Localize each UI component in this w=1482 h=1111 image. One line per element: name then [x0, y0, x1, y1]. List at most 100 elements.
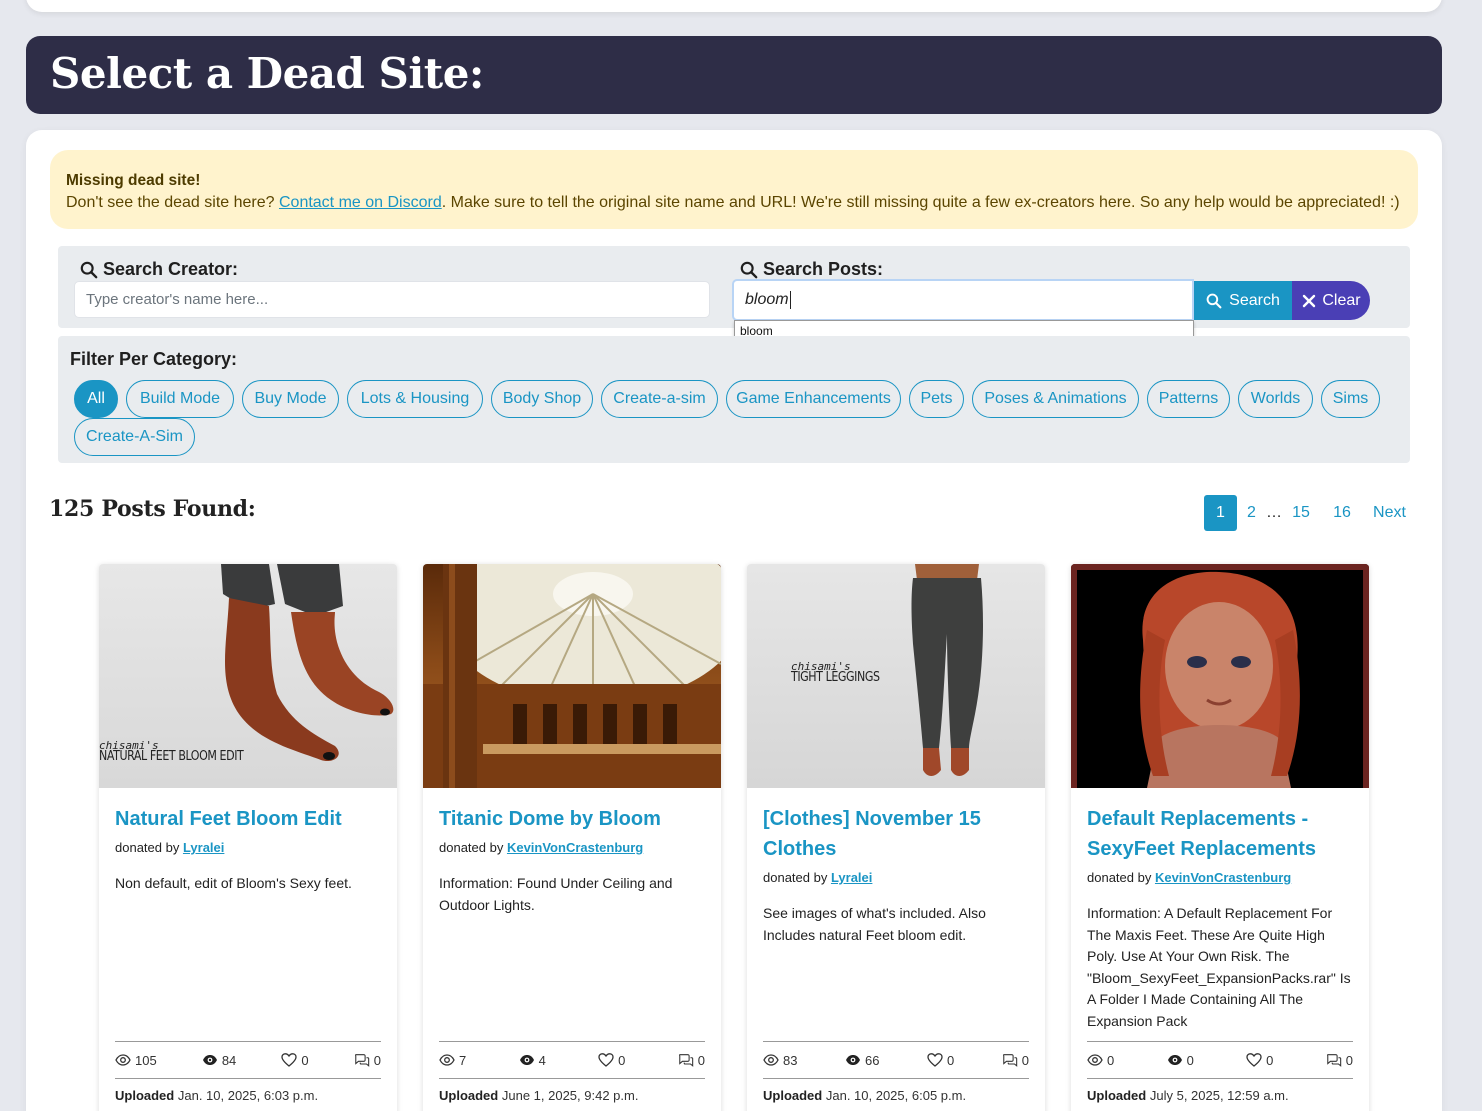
page-2[interactable]: 2 [1239, 495, 1264, 531]
page-ellipsis: … [1266, 504, 1282, 521]
post-uploaded: Uploaded Jan. 10, 2025, 6:03 p.m. [115, 1088, 319, 1103]
child-sim-image [1140, 571, 1300, 788]
category-chip-body-shop[interactable]: Body Shop [491, 380, 593, 418]
category-chip-poses-animations[interactable]: Poses & Animations [972, 380, 1139, 418]
page-16[interactable]: 16 [1326, 495, 1358, 531]
comments-icon [1326, 1054, 1341, 1067]
post-thumbnail[interactable] [1071, 564, 1369, 788]
donated-prefix: donated by [439, 840, 507, 855]
close-icon [1303, 294, 1316, 307]
search-icon [1206, 293, 1222, 308]
main-card: Missing dead site! Don't see the dead si… [26, 130, 1442, 1111]
dome-image [423, 564, 721, 788]
category-chip-lots-housing[interactable]: Lots & Housing [347, 380, 483, 418]
clear-button[interactable]: Clear [1292, 281, 1370, 320]
post-donated-by: donated by Lyralei [763, 870, 872, 885]
page-1[interactable]: 1 [1204, 495, 1237, 531]
comments-icon [1002, 1054, 1017, 1067]
post-uploaded: Uploaded June 1, 2025, 9:42 p.m. [439, 1088, 639, 1103]
comments-icon [678, 1054, 693, 1067]
downloads-stat: 0 [1167, 1052, 1194, 1068]
search-icon [80, 261, 98, 278]
category-chip-create-a-sim[interactable]: Create-a-sim [601, 380, 718, 418]
search-creator-label: Search Creator: [80, 259, 238, 280]
post-card[interactable]: chisami's TIGHT LEGGINGS [Clothes] Novem… [747, 564, 1045, 1111]
category-chip-worlds[interactable]: Worlds [1238, 380, 1313, 418]
text-caret [789, 291, 791, 309]
donor-link[interactable]: Lyralei [183, 840, 224, 855]
post-card[interactable]: Default Replacements - SexyFeet Replacem… [1071, 564, 1369, 1111]
post-title[interactable]: Titanic Dome by Bloom [439, 804, 705, 834]
downloads-stat: 84 [202, 1052, 236, 1068]
eye-outline-icon [115, 1054, 131, 1066]
donated-prefix: donated by [1087, 870, 1155, 885]
post-title[interactable]: Natural Feet Bloom Edit [115, 804, 381, 834]
donor-link[interactable]: Lyralei [831, 870, 872, 885]
heart-icon [1246, 1053, 1262, 1067]
eye-outline-icon [763, 1054, 779, 1066]
page-header: Select a Dead Site: [26, 36, 1442, 114]
comments-stat[interactable]: 0 [354, 1052, 381, 1068]
search-button[interactable]: Search [1194, 281, 1292, 320]
downloads-stat: 4 [519, 1052, 546, 1068]
creator-search-input[interactable]: Type creator's name here... [74, 281, 710, 318]
search-button-label: Search [1229, 291, 1280, 309]
alert-title: Missing dead site! [66, 172, 201, 189]
page-next[interactable]: Next [1367, 495, 1412, 531]
category-chip-pets[interactable]: Pets [909, 380, 964, 418]
likes-stat[interactable]: 0 [598, 1052, 625, 1068]
category-chip-buy-mode[interactable]: Buy Mode [242, 380, 339, 418]
post-stats: 7 4 0 0 [439, 1041, 705, 1079]
comments-stat[interactable]: 0 [1326, 1052, 1353, 1068]
missing-site-alert: Missing dead site! Don't see the dead si… [50, 150, 1418, 229]
views-stat: 0 [1087, 1052, 1114, 1068]
heart-icon [927, 1053, 943, 1067]
eye-outline-icon [439, 1054, 455, 1066]
post-title[interactable]: Default Replacements - SexyFeet Replacem… [1087, 804, 1353, 864]
alert-text-after: . Make sure to tell the original site na… [441, 194, 1400, 211]
image-caption-line-2: TIGHT LEGGINGS [791, 670, 880, 685]
views-stat: 83 [763, 1052, 797, 1068]
discord-link[interactable]: Contact me on Discord [279, 194, 442, 211]
post-description: Information: Found Under Ceiling and Out… [439, 875, 673, 913]
image-caption-line-2: NATURAL FEET BLOOM EDIT [99, 749, 244, 764]
category-chip-sims[interactable]: Sims [1321, 380, 1380, 418]
comments-stat[interactable]: 0 [1002, 1052, 1029, 1068]
filter-title: Filter Per Category: [70, 349, 238, 369]
post-card[interactable]: chisami's NATURAL FEET BLOOM EDIT Natura… [99, 564, 397, 1111]
page-15[interactable]: 15 [1285, 495, 1317, 531]
eye-filled-icon [519, 1055, 534, 1065]
posts-search-input[interactable]: bloom [732, 279, 1194, 321]
comments-stat[interactable]: 0 [678, 1052, 705, 1068]
likes-stat[interactable]: 0 [281, 1052, 309, 1068]
posts-found-count: 125 Posts Found: [49, 496, 256, 522]
likes-stat[interactable]: 0 [1246, 1052, 1273, 1068]
post-donated-by: donated by KevinVonCrastenburg [1087, 870, 1291, 885]
eye-filled-icon [846, 1055, 860, 1065]
heart-icon [281, 1053, 298, 1067]
post-description: Information: A Default Replacement For T… [1087, 905, 1351, 1029]
post-uploaded: Uploaded Jan. 10, 2025, 6:05 p.m. [763, 1088, 967, 1103]
eye-outline-icon [1087, 1054, 1103, 1066]
post-donated-by: donated by Lyralei [115, 840, 224, 855]
search-icon [740, 261, 758, 278]
donor-link[interactable]: KevinVonCrastenburg [1155, 870, 1291, 885]
category-chip-all[interactable]: All [74, 380, 118, 418]
post-description: Non default, edit of Bloom's Sexy feet. [115, 875, 352, 891]
post-stats: 83 66 0 0 [763, 1041, 1029, 1079]
post-card[interactable]: Titanic Dome by Bloom donated by KevinVo… [423, 564, 721, 1111]
search-posts-label-text: Search Posts: [763, 259, 884, 279]
clear-button-label: Clear [1322, 291, 1361, 309]
alert-text-before: Don't see the dead site here? [66, 194, 279, 211]
category-chip-patterns[interactable]: Patterns [1147, 380, 1230, 418]
views-stat: 7 [439, 1052, 466, 1068]
likes-stat[interactable]: 0 [927, 1052, 954, 1068]
donor-link[interactable]: KevinVonCrastenburg [507, 840, 643, 855]
views-stat: 105 [115, 1052, 157, 1068]
category-chip-game-enhancements[interactable]: Game Enhancements [726, 380, 901, 418]
post-thumbnail[interactable] [423, 564, 721, 788]
post-title[interactable]: [Clothes] November 15 Clothes [763, 804, 1029, 864]
category-chip-build-mode[interactable]: Build Mode [126, 380, 234, 418]
posts-search-value: bloom [745, 291, 789, 308]
category-chip-create-a-sim-2[interactable]: Create-A-Sim [74, 418, 195, 456]
